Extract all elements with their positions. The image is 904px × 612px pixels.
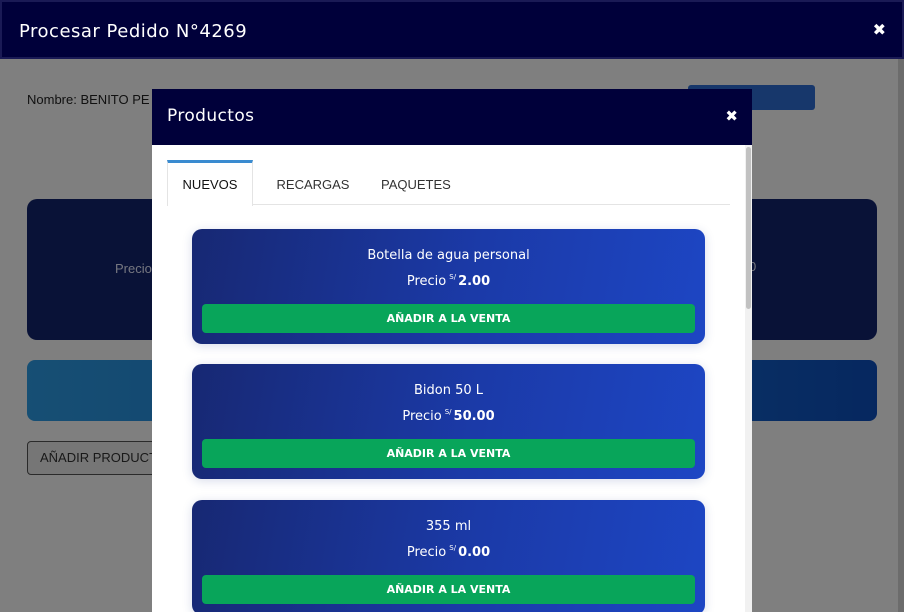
products-modal-header: Productos ✖ bbox=[152, 89, 752, 145]
price-label: Precio bbox=[402, 409, 442, 424]
tab-recargas[interactable]: RECARGAS bbox=[274, 160, 352, 205]
tab-paquetes[interactable]: PAQUETES bbox=[381, 160, 451, 205]
products-modal-title: Productos bbox=[167, 106, 255, 126]
product-card: Bidon 50 L Precio S/50.00 AÑADIR A LA VEN… bbox=[192, 364, 705, 479]
products-scrollbar[interactable] bbox=[745, 145, 752, 612]
currency-symbol: S/ bbox=[449, 544, 457, 552]
products-close-icon[interactable]: ✖ bbox=[725, 107, 738, 125]
products-scrollbar-thumb[interactable] bbox=[746, 147, 751, 309]
product-card: 355 ml Precio S/0.00 AÑADIR A LA VENTA bbox=[192, 500, 705, 612]
product-card: Botella de agua personal Precio S/2.00 AÑ… bbox=[192, 229, 705, 344]
outer-modal-header: Procesar Pedido N°4269 ✖ bbox=[0, 0, 904, 59]
tab-nuevos[interactable]: NUEVOS bbox=[167, 160, 253, 206]
outer-modal-title: Procesar Pedido N°4269 bbox=[19, 21, 248, 42]
price-label: Precio bbox=[406, 545, 447, 560]
add-to-sale-button[interactable]: AÑADIR A LA VENTA bbox=[202, 575, 695, 604]
product-price: Precio S/50.00 bbox=[192, 408, 705, 424]
add-to-sale-button[interactable]: AÑADIR A LA VENTA bbox=[202, 439, 695, 468]
price-value: 2.00 bbox=[458, 274, 491, 289]
product-price: Precio S/2.00 bbox=[192, 273, 705, 289]
price-value: 0.00 bbox=[458, 545, 491, 560]
outer-close-icon[interactable]: ✖ bbox=[873, 20, 886, 39]
product-name: 355 ml bbox=[425, 519, 472, 534]
add-to-sale-button[interactable]: AÑADIR A LA VENTA bbox=[202, 304, 695, 333]
products-modal: Productos ✖ NUEVOS RECARGAS PAQUETES Bot… bbox=[152, 89, 752, 612]
currency-symbol: S/ bbox=[444, 408, 452, 416]
product-name: Bidon 50 L bbox=[413, 383, 484, 398]
products-modal-body: NUEVOS RECARGAS PAQUETES Botella de agua… bbox=[152, 145, 745, 612]
product-price: Precio S/0.00 bbox=[192, 544, 705, 560]
currency-symbol: S/ bbox=[449, 273, 457, 281]
price-label: Precio bbox=[406, 274, 447, 289]
price-value: 50.00 bbox=[453, 409, 495, 424]
product-name: Botella de agua personal bbox=[367, 248, 530, 263]
product-tabs: NUEVOS RECARGAS PAQUETES bbox=[167, 160, 730, 206]
